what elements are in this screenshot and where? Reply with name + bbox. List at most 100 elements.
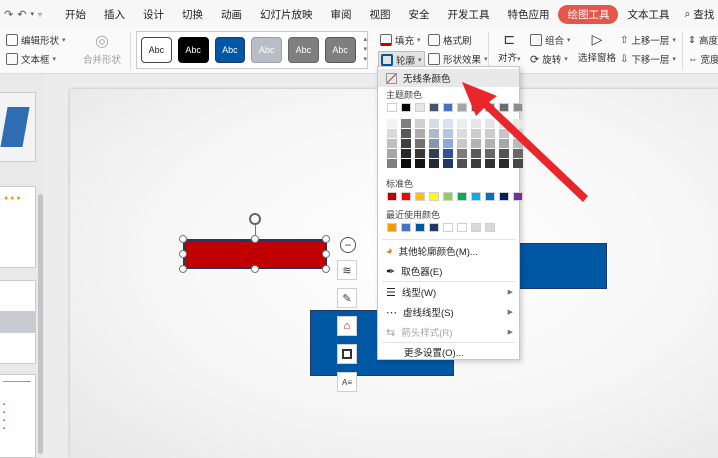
theme-shade-swatch[interactable] — [429, 139, 439, 148]
resize-handle[interactable] — [251, 235, 259, 243]
more-outline-colors-item[interactable]: ◕ 其他轮廓颜色(M)... — [378, 242, 519, 260]
menu-tab-6[interactable]: 审阅 — [321, 7, 360, 22]
recent-color-swatch[interactable] — [485, 223, 495, 232]
shape-style-swatch[interactable]: Abc — [288, 37, 319, 63]
shape-effect-button[interactable]: 形状效果 ▾ — [428, 52, 488, 66]
standard-color-swatch[interactable] — [499, 192, 509, 201]
theme-shade-swatch[interactable] — [415, 139, 425, 148]
gallery-scroll-arrows[interactable]: ▴ ▾ ▾ — [364, 35, 368, 65]
no-line-color-item[interactable]: 无线条颜色 — [378, 69, 519, 87]
text-wrap-icon[interactable]: A≡ — [337, 372, 357, 392]
theme-color-swatch[interactable] — [513, 103, 523, 112]
theme-shade-swatch[interactable] — [387, 149, 397, 158]
rotate-handle[interactable] — [249, 213, 261, 225]
theme-shade-swatch[interactable] — [499, 139, 509, 148]
standard-color-swatch[interactable] — [387, 192, 397, 201]
theme-shade-swatch[interactable] — [471, 139, 481, 148]
theme-shade-swatch[interactable] — [471, 129, 481, 138]
menu-tab-12[interactable]: 文本工具 — [618, 7, 678, 22]
theme-shade-swatch[interactable] — [429, 149, 439, 158]
menu-tab-10[interactable]: 特色应用 — [498, 7, 558, 22]
theme-shade-swatch[interactable] — [471, 149, 481, 158]
fill-button[interactable]: 填充 ▾ — [380, 33, 421, 47]
theme-shade-swatch[interactable] — [401, 149, 411, 158]
menu-tab-9[interactable]: 开发工具 — [438, 7, 498, 22]
theme-shade-swatch[interactable] — [401, 119, 411, 128]
height-field[interactable]: ⇕ 高度 — [688, 33, 718, 48]
theme-shade-swatch[interactable] — [401, 159, 411, 168]
menu-tab-0[interactable]: 开始 — [56, 7, 95, 22]
format-brush-button[interactable]: 格式刷 — [428, 33, 472, 47]
theme-color-swatch[interactable] — [401, 103, 411, 112]
standard-color-swatch[interactable] — [513, 192, 523, 201]
slide-thumbnail[interactable] — [0, 280, 36, 364]
customize-icon[interactable]: ▿ — [38, 10, 42, 19]
theme-shade-swatch[interactable] — [499, 129, 509, 138]
rotate-button[interactable]: ⟳ 旋转 ▾ — [530, 52, 568, 67]
theme-shade-swatch[interactable] — [485, 119, 495, 128]
theme-shade-swatch[interactable] — [387, 119, 397, 128]
slide-thumbnail[interactable]: ▪ ▪ ▪ ▪ — [0, 374, 36, 458]
theme-color-swatch[interactable] — [415, 103, 425, 112]
recent-color-swatch[interactable] — [429, 223, 439, 232]
theme-color-swatch[interactable] — [457, 103, 467, 112]
theme-shade-swatch[interactable] — [485, 129, 495, 138]
resize-handle[interactable] — [322, 250, 330, 258]
menu-tab-2[interactable]: 设计 — [134, 7, 173, 22]
line-type-item[interactable]: ☰ 线型(W) ▶ — [378, 283, 519, 301]
theme-shade-swatch[interactable] — [443, 119, 453, 128]
fill-bucket-icon[interactable]: ⌂ — [337, 316, 357, 336]
theme-color-swatch[interactable] — [471, 103, 481, 112]
text-box-button[interactable]: 文本框 ▾ — [6, 52, 56, 66]
standard-color-swatch[interactable] — [471, 192, 481, 201]
theme-shade-swatch[interactable] — [401, 129, 411, 138]
outline-square-icon[interactable] — [337, 344, 357, 364]
theme-shade-swatch[interactable] — [415, 119, 425, 128]
theme-shade-swatch[interactable] — [485, 159, 495, 168]
menu-tab-11[interactable]: 绘图工具 — [558, 4, 619, 24]
recent-color-swatch[interactable] — [443, 223, 453, 232]
theme-shade-swatch[interactable] — [457, 139, 467, 148]
redo-icon[interactable]: ↷ — [4, 8, 13, 21]
theme-shade-swatch[interactable] — [499, 149, 509, 158]
resize-handle[interactable] — [179, 265, 187, 273]
theme-shade-swatch[interactable] — [513, 139, 523, 148]
theme-shade-swatch[interactable] — [499, 119, 509, 128]
theme-shade-swatch[interactable] — [443, 139, 453, 148]
slide-thumbnail[interactable]: ● ● ● — [0, 186, 36, 268]
theme-color-swatch[interactable] — [429, 103, 439, 112]
group-button[interactable]: 组合 ▾ — [530, 33, 571, 47]
send-backward-button[interactable]: ⇩ 下移一层 ▾ — [620, 52, 676, 67]
standard-color-swatch[interactable] — [457, 192, 467, 201]
theme-color-swatch[interactable] — [499, 103, 509, 112]
theme-shade-swatch[interactable] — [471, 119, 481, 128]
width-field[interactable]: ⇔ 宽度 — [688, 52, 718, 67]
undo-icon[interactable]: ↶ — [17, 8, 26, 21]
theme-shade-swatch[interactable] — [513, 129, 523, 138]
resize-handle[interactable] — [322, 235, 330, 243]
shape-style-swatch[interactable]: Abc — [251, 37, 282, 63]
standard-color-swatch[interactable] — [415, 192, 425, 201]
menu-tab-3[interactable]: 切换 — [173, 7, 212, 22]
theme-shade-swatch[interactable] — [457, 119, 467, 128]
slide-thumbnail[interactable] — [0, 92, 36, 162]
layers-icon[interactable]: ≋ — [337, 260, 357, 280]
theme-shade-swatch[interactable] — [513, 119, 523, 128]
recent-color-swatch[interactable] — [387, 223, 397, 232]
recent-color-swatch[interactable] — [471, 223, 481, 232]
theme-shade-swatch[interactable] — [443, 159, 453, 168]
theme-shade-swatch[interactable] — [485, 139, 495, 148]
search-button[interactable]: ⌕ 查找 — [678, 7, 714, 22]
chevron-down-icon[interactable]: ▾ — [30, 10, 34, 18]
standard-color-swatch[interactable] — [429, 192, 439, 201]
resize-handle[interactable] — [322, 265, 330, 273]
pen-icon[interactable]: ✎ — [337, 288, 357, 308]
theme-shade-swatch[interactable] — [457, 129, 467, 138]
collapse-toolbar-button[interactable]: − — [340, 237, 356, 253]
menu-tab-7[interactable]: 视图 — [360, 7, 399, 22]
theme-shade-swatch[interactable] — [401, 139, 411, 148]
recent-color-swatch[interactable] — [415, 223, 425, 232]
resize-handle[interactable] — [251, 265, 259, 273]
theme-shade-swatch[interactable] — [429, 159, 439, 168]
bring-forward-button[interactable]: ⇧ 上移一层 ▾ — [620, 33, 676, 48]
